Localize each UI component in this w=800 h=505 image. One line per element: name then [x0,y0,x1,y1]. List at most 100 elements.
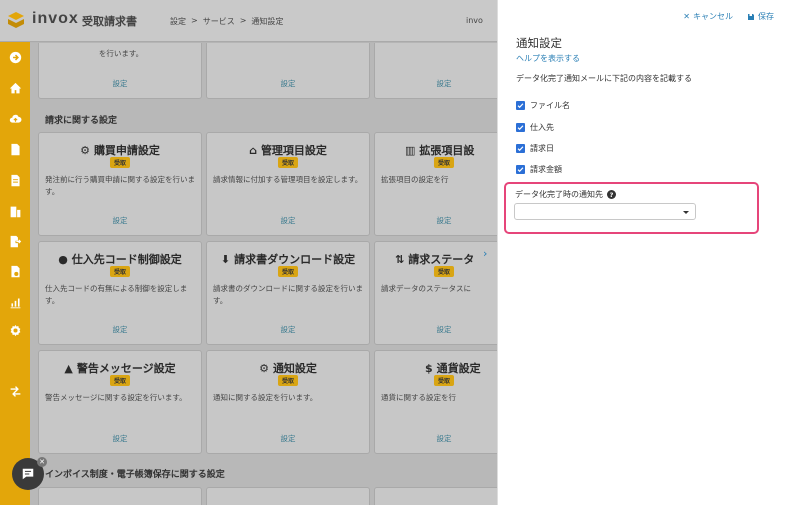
settings-card[interactable]: 設定 [206,43,370,99]
chevron-right-icon[interactable]: › [483,247,487,260]
management-item-card[interactable]: ⌂ 管理項目設定 受取 請求情報に付加する管理項目を設定します。 設定 [206,132,370,236]
checkbox-invoice-amount[interactable]: 請求金額 [516,164,562,175]
section-title-invoice: 請求に関する設定 [45,116,118,126]
close-icon: ✕ [683,12,690,21]
settings-card[interactable] [38,487,202,505]
card-settings-link[interactable]: 設定 [375,433,497,444]
card-title: 通貨設定 [436,362,481,375]
settings-card[interactable]: を行います。 設定 [38,43,202,99]
card-settings-link[interactable]: 設定 [207,215,369,226]
receive-badge: 受取 [433,157,455,168]
extension-item-card[interactable]: ▥ 拡張項目設 受取 拡張項目の設定を行 設定 [374,132,497,236]
save-icon [748,13,754,20]
abc-icon: ● [58,253,68,266]
checkbox-invoice-date[interactable]: 請求日 [516,143,554,154]
close-icon[interactable]: ✕ [37,457,47,467]
checkbox-label: 請求金額 [530,165,562,174]
card-description: 請求書のダウンロードに関する設定を行います。 [213,284,363,305]
card-settings-link[interactable]: 設定 [207,78,369,89]
user-name[interactable]: invo [466,16,483,25]
card-description: 拡張項目の設定を行 [381,175,449,184]
save-label: 保存 [758,12,774,21]
export-icon[interactable] [6,234,24,248]
card-settings-link[interactable]: 設定 [39,215,201,226]
receive-badge: 受取 [277,157,299,168]
document-list-icon[interactable] [6,173,24,187]
gear-icon[interactable] [6,323,24,337]
card-title: 警告メッセージ設定 [76,362,176,375]
section-title-tax: インボイス制度・電子帳簿保存に関する設定 [45,470,225,480]
cancel-button[interactable]: ✕ キャンセル [683,11,733,22]
chat-icon [22,468,34,480]
card-settings-link[interactable]: 設定 [207,324,369,335]
receive-badge: 受取 [109,157,131,168]
chart-icon[interactable] [6,295,24,309]
settings-content: を行います。 設定 設定 設定 請求に関する設定 ⚙ 購買申請設定 受取 発注前に… [30,43,497,505]
breadcrumb-separator: > [191,16,198,25]
currency-card[interactable]: $ 通貨設定 受取 通貨に関する設定を行 設定 [374,350,497,454]
sort-icon: ⇅ [395,253,405,266]
arrow-right-icon[interactable] [6,50,24,64]
file-settings-icon[interactable] [6,264,24,278]
invoice-status-card[interactable]: ⇅ 請求ステータ 受取 請求データのステータスに 設定 [374,241,497,345]
card-settings-link[interactable]: 設定 [39,324,201,335]
checkbox-label: 仕入先 [530,123,554,132]
settings-card[interactable]: 設定 [374,43,497,99]
notify-target-label: データ化完了時の通知先 ? [515,189,616,200]
invoice-download-card[interactable]: ⬇ 請求書ダウンロード設定 受取 請求書のダウンロードに関する設定を行います。 設… [206,241,370,345]
breadcrumb-separator: > [239,16,247,25]
home-icon[interactable] [6,81,24,95]
building-icon: ▥ [405,144,416,157]
purchase-request-card[interactable]: ⚙ 購買申請設定 受取 発注前に行う購買申請に関する設定を行います。 設定 [38,132,202,236]
checkbox[interactable] [516,165,525,174]
notification-card[interactable]: ⚙ 通知設定 受取 通知に関する設定を行います。 設定 [206,350,370,454]
settings-card[interactable] [374,487,497,505]
checkbox[interactable] [516,101,525,110]
card-settings-link[interactable]: 設定 [375,324,497,335]
card-description: 請求情報に付加する管理項目を設定します。 [213,175,363,184]
settings-card[interactable] [206,487,370,505]
receive-badge: 受取 [109,375,131,386]
cancel-label: キャンセル [693,12,733,21]
card-description: 請求データのステータスに [381,284,471,293]
gears-icon: ⚙ [80,144,90,157]
card-settings-link[interactable]: 設定 [39,78,201,89]
dollar-icon: $ [425,362,433,375]
checkbox[interactable] [516,123,525,132]
card-title: 請求ステータ [408,253,475,266]
transfer-icon[interactable] [6,384,24,398]
sidebar [0,0,30,505]
cloud-upload-icon[interactable] [6,111,24,125]
card-settings-link[interactable]: 設定 [207,433,369,444]
building-icon[interactable] [6,204,24,218]
card-title: 購買申請設定 [93,144,160,157]
checkbox-label: 請求日 [530,144,554,153]
receive-badge: 受取 [433,266,455,277]
document-icon[interactable] [6,142,24,156]
help-link[interactable]: ヘルプを表示する [516,53,580,64]
card-settings-link[interactable]: 設定 [375,78,497,89]
supplier-code-card[interactable]: ● 仕入先コード制御設定 受取 仕入先コードの有無による制御を設定します。 設定 [38,241,202,345]
checkbox[interactable] [516,144,525,153]
warning-message-card[interactable]: ▲ 警告メッセージ設定 受取 警告メッセージに関する設定を行います。 設定 [38,350,202,454]
receive-badge: 受取 [433,375,455,386]
breadcrumb-item[interactable]: 設定 [170,16,186,27]
checkbox-file-name[interactable]: ファイル名 [516,100,570,111]
notify-target-select[interactable] [514,203,696,220]
receive-badge: 受取 [277,375,299,386]
panel-description: データ化完了通知メールに下記の内容を記載する [516,74,692,83]
card-settings-link[interactable]: 設定 [375,215,497,226]
card-title: 管理項目設定 [260,144,327,157]
save-button[interactable]: 保存 [747,11,774,22]
warning-icon: ▲ [64,362,73,375]
card-description: 通知に関する設定を行います。 [213,393,318,402]
gears-icon: ⚙ [259,362,269,375]
card-settings-link[interactable]: 設定 [39,433,201,444]
caret-down-icon [683,211,689,214]
breadcrumb-item[interactable]: サービス [203,16,235,27]
card-description: 発注前に行う購買申請に関する設定を行います。 [45,175,195,196]
checkbox-supplier[interactable]: 仕入先 [516,122,554,133]
help-icon[interactable]: ? [607,190,616,199]
card-title: 仕入先コード制御設定 [71,253,182,266]
logo-text: invox [32,10,79,27]
